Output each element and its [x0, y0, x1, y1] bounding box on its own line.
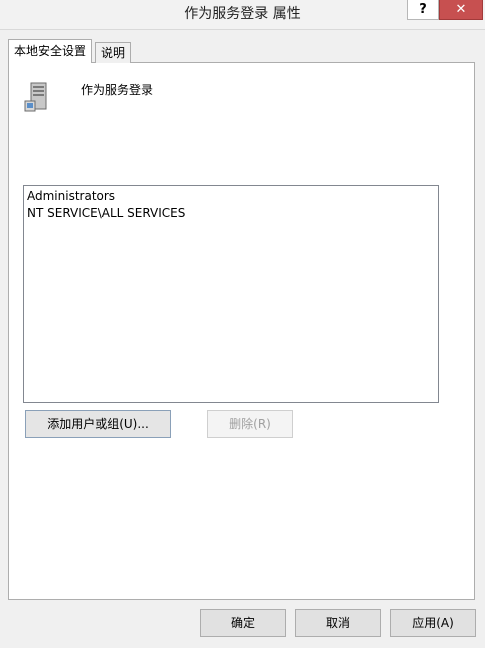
cancel-button[interactable]: 取消 [295, 609, 381, 637]
list-item[interactable]: NT SERVICE\ALL SERVICES [27, 205, 435, 222]
tab-panel: 作为服务登录 Administrators NT SERVICE\ALL SER… [8, 62, 475, 600]
tab-explain[interactable]: 说明 [95, 42, 132, 63]
tab-local-security-setting[interactable]: 本地安全设置 [8, 39, 93, 63]
help-button[interactable]: ? [407, 0, 439, 20]
apply-button[interactable]: 应用(A) [390, 609, 476, 637]
close-button[interactable]: ✕ [439, 0, 483, 20]
remove-button[interactable]: 删除(R) [207, 410, 293, 438]
ok-button[interactable]: 确定 [200, 609, 286, 637]
title-bar: 作为服务登录 属性 ? ✕ [0, 0, 485, 30]
add-user-or-group-button[interactable]: 添加用户或组(U)... [25, 410, 171, 438]
server-icon [22, 81, 54, 113]
accounts-list[interactable]: Administrators NT SERVICE\ALL SERVICES [23, 185, 439, 403]
policy-name: 作为服务登录 [81, 83, 154, 97]
list-item[interactable]: Administrators [27, 188, 435, 205]
